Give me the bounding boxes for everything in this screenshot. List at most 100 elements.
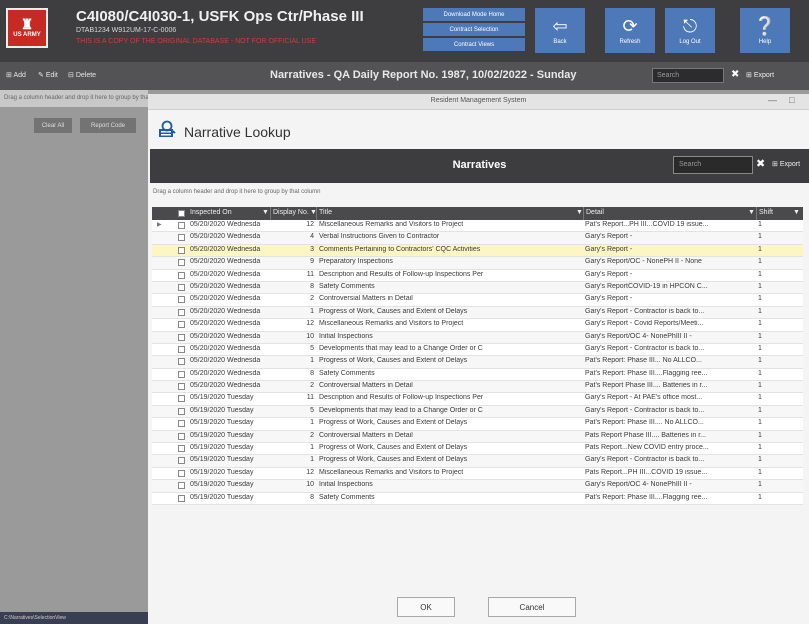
row-checkbox[interactable] (178, 246, 185, 254)
row-checkbox[interactable] (178, 358, 185, 366)
table-row[interactable]: 05/20/2020 Wednesda 8 Safety Comments Gary'… (152, 281, 803, 295)
row-checkbox[interactable] (178, 283, 185, 291)
export-label: Export (779, 161, 801, 168)
row-checkbox[interactable] (178, 383, 185, 391)
cell-display-no: 10 (306, 332, 314, 340)
table-row[interactable]: 05/19/2020 Tuesday 11 Description and Resu… (152, 393, 803, 406)
cell-title: Safety Comments (319, 282, 375, 290)
back-button[interactable]: ⇦ Back (535, 8, 585, 53)
cell-display-no: 10 (306, 481, 314, 489)
table-row[interactable]: ▶ 05/20/2020 Wednesda 12 Miscellaneous Rema… (152, 220, 803, 233)
column-header-display-no[interactable]: Display No. (273, 209, 309, 216)
minimize-icon[interactable]: — (768, 95, 777, 105)
row-checkbox[interactable] (178, 321, 185, 329)
cell-title: Miscellaneous Remarks and Visitors to Pr… (319, 468, 464, 476)
column-header-detail[interactable]: Detail (586, 209, 604, 216)
clear-search-icon[interactable]: ✖ (731, 69, 739, 80)
table-row[interactable]: 05/20/2020 Wednesda 4 Verbal Instructions … (152, 232, 803, 245)
table-row[interactable]: 05/19/2020 Tuesday 12 Miscellaneous Remark… (152, 467, 803, 481)
row-checkbox[interactable] (178, 469, 185, 477)
table-row[interactable]: 05/20/2020 Wednesda 9 Preparatory Inspecti… (152, 257, 803, 270)
logout-icon: ⎋ (682, 16, 698, 36)
cell-inspected-on: 05/19/2020 Tuesday (190, 431, 254, 439)
table-row[interactable]: 05/19/2020 Tuesday 8 Safety Comments Pat's … (152, 492, 803, 505)
row-checkbox[interactable] (178, 234, 185, 242)
report-code-button[interactable]: Report Code (80, 118, 136, 133)
table-row[interactable]: 05/20/2020 Wednesda 11 Description and Res… (152, 269, 803, 282)
filter-icon[interactable]: ▼ (793, 209, 800, 216)
download-mode-home-button[interactable]: Download Mode Home (423, 8, 525, 21)
help-button[interactable]: ❔ Help (740, 8, 790, 53)
cell-display-no: 2 (310, 382, 314, 390)
table-row[interactable]: 05/20/2020 Wednesda 3 Comments Pertaining … (152, 244, 803, 258)
row-checkbox[interactable] (178, 407, 185, 415)
table-row[interactable]: 05/20/2020 Wednesda 1 Progress of Work, Ca… (152, 356, 803, 369)
row-checkbox[interactable] (178, 445, 185, 453)
narratives-export-button[interactable]: ⊞ Export (772, 160, 800, 168)
table-row[interactable]: 05/19/2020 Tuesday 5 Developments that may… (152, 405, 803, 419)
delete-button[interactable]: ⊟ Delete (68, 71, 96, 79)
table-row[interactable]: 05/20/2020 Wednesda 5 Developments that ma… (152, 343, 803, 357)
select-all-checkbox[interactable] (178, 210, 185, 217)
contract-selection-button[interactable]: Contract Selection (423, 23, 525, 36)
filter-icon[interactable]: ▼ (262, 209, 269, 216)
narratives-search-input[interactable]: Search (673, 156, 753, 174)
row-checkbox[interactable] (178, 296, 185, 304)
row-checkbox[interactable] (178, 494, 185, 502)
table-row[interactable]: 05/19/2020 Tuesday 2 Controversial Matters… (152, 430, 803, 444)
cell-detail: Gary's Report - (585, 270, 633, 278)
column-header-inspected-on[interactable]: Inspected On (190, 209, 232, 216)
project-subtitle: DTAB1234 W912UM-17-C-0006 (76, 27, 177, 34)
group-by-area[interactable]: Drag a column header and drop it here to… (153, 186, 803, 200)
narratives-panel-header: Narratives Search ✖ ⊞ Export (150, 149, 809, 183)
cancel-button[interactable]: Cancel (488, 597, 576, 617)
table-row[interactable]: 05/19/2020 Tuesday 10 Initial Inspections G… (152, 480, 803, 493)
row-checkbox[interactable] (178, 457, 185, 465)
table-row[interactable]: 05/19/2020 Tuesday 1 Progress of Work, Cau… (152, 455, 803, 468)
table-row[interactable]: 05/20/2020 Wednesda 10 Initial Inspections… (152, 331, 803, 344)
row-checkbox[interactable] (178, 482, 185, 490)
grid-header: Inspected On ▼ Display No. ▼ Title ▼ Det… (152, 207, 803, 220)
row-checkbox[interactable] (178, 345, 185, 353)
table-row[interactable]: 05/20/2020 Wednesda 8 Safety Comments Pat's… (152, 368, 803, 382)
cell-inspected-on: 05/20/2020 Wednesda (190, 369, 261, 377)
logout-button[interactable]: ⎋ Log Out (665, 8, 715, 53)
table-row[interactable]: 05/19/2020 Tuesday 1 Progress of Work, Cau… (152, 418, 803, 431)
row-checkbox[interactable] (178, 420, 185, 428)
cell-title: Controversial Matters in Detail (319, 431, 413, 439)
cell-detail: Gary's Report - (585, 245, 633, 253)
table-row[interactable]: 05/19/2020 Tuesday 1 Progress of Work, Cau… (152, 443, 803, 456)
table-row[interactable]: 05/20/2020 Wednesda 2 Controversial Matter… (152, 294, 803, 307)
filter-icon[interactable]: ▼ (748, 209, 755, 216)
row-checkbox[interactable] (178, 259, 185, 267)
toolbar-export-button[interactable]: ⊞ Export (746, 71, 774, 79)
row-checkbox[interactable] (178, 370, 185, 378)
row-checkbox[interactable] (178, 395, 185, 403)
row-checkbox[interactable] (178, 333, 185, 341)
delete-icon: ⊟ (68, 72, 76, 79)
row-checkbox[interactable] (178, 432, 185, 440)
column-header-shift[interactable]: Shift (759, 209, 773, 216)
column-header-title[interactable]: Title (319, 209, 332, 216)
refresh-button[interactable]: ⟳ Refresh (605, 8, 655, 53)
edit-button[interactable]: ✎ Edit (38, 71, 58, 79)
maximize-icon[interactable]: □ (789, 95, 794, 105)
add-button[interactable]: ⊞ Add (6, 71, 26, 79)
page-title: Narratives - QA Daily Report No. 1987, 1… (270, 69, 577, 81)
table-row[interactable]: 05/20/2020 Wednesda 1 Progress of Work, Ca… (152, 306, 803, 320)
filter-icon[interactable]: ▼ (576, 209, 583, 216)
cell-detail: Pats Report Phase III.... Batteries in r… (585, 431, 706, 439)
clear-all-button[interactable]: Clear All (34, 118, 72, 133)
contract-views-button[interactable]: Contract Views (423, 38, 525, 51)
table-row[interactable]: 05/20/2020 Wednesda 2 Controversial Matter… (152, 381, 803, 394)
toolbar-search-input[interactable]: Search (652, 68, 724, 83)
table-row[interactable]: 05/20/2020 Wednesda 12 Miscellaneous Remar… (152, 319, 803, 332)
row-checkbox[interactable] (178, 271, 185, 279)
clear-search-icon[interactable]: ✖ (756, 157, 765, 170)
ok-button[interactable]: OK (397, 597, 455, 617)
cell-title: Verbal Instructions Given to Contractor (319, 233, 440, 241)
row-checkbox[interactable] (178, 222, 185, 229)
row-checkbox[interactable] (178, 308, 185, 316)
cell-title: Progress of Work, Causes and Extent of D… (319, 357, 468, 365)
grid-body: ▶ 05/20/2020 Wednesda 12 Miscellaneous Rema… (152, 220, 803, 505)
